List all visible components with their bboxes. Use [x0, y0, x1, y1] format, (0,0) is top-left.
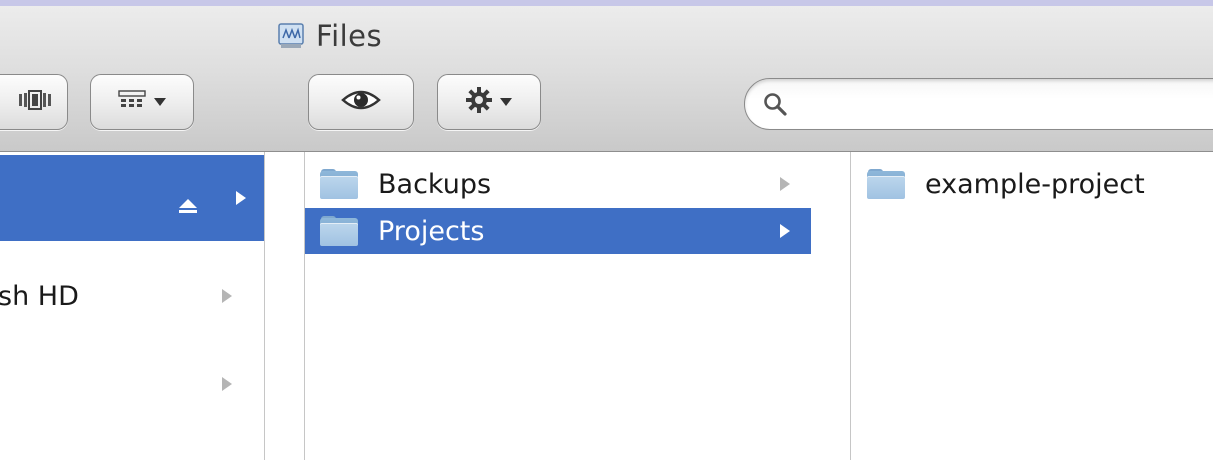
column-divider[interactable]	[304, 152, 305, 460]
list-item-example-project[interactable]: example-project	[851, 161, 1213, 207]
arrange-grid-icon	[118, 90, 146, 114]
network-volume-icon	[278, 23, 304, 49]
search-icon	[763, 92, 787, 116]
action-button[interactable]	[437, 74, 541, 130]
coverflow-view-icon	[18, 89, 52, 115]
disclosure-arrow-icon	[222, 289, 232, 303]
sidebar-item-macintosh-hd[interactable]: sh HD	[0, 273, 264, 319]
chevron-down-icon	[154, 98, 166, 106]
column-browser: sh HD Backups Projects example-project	[0, 152, 1213, 460]
window-title: Files	[316, 19, 383, 53]
search-input[interactable]	[797, 87, 1201, 123]
disclosure-arrow-icon	[222, 377, 232, 391]
list-item-backups[interactable]: Backups	[304, 161, 811, 207]
window-title-area: Files	[278, 18, 382, 54]
sidebar-column: sh HD	[0, 152, 264, 460]
gear-icon	[466, 87, 492, 117]
folder-icon	[867, 169, 905, 199]
toolbar: Files	[0, 6, 1213, 152]
eject-icon[interactable]	[178, 190, 198, 213]
folder-icon	[320, 216, 358, 246]
eye-icon	[341, 88, 381, 116]
folder-icon	[320, 169, 358, 199]
disclosure-arrow-icon	[236, 191, 246, 205]
arrange-button[interactable]	[90, 74, 194, 130]
folder-column-3: example-project	[851, 152, 1213, 460]
column-divider[interactable]	[264, 152, 265, 460]
finder-window: Files sh HD Backups Projects example-pro…	[0, 6, 1213, 460]
sidebar-item-3[interactable]	[0, 361, 264, 407]
search-field[interactable]	[744, 78, 1213, 130]
quick-look-button[interactable]	[308, 74, 414, 130]
disclosure-arrow-icon	[780, 177, 790, 191]
folder-column-2: Backups Projects	[304, 152, 811, 460]
sidebar-item-device[interactable]	[0, 155, 264, 241]
disclosure-arrow-icon	[780, 224, 790, 238]
list-item-projects[interactable]: Projects	[304, 208, 811, 254]
chevron-down-icon	[500, 98, 512, 106]
coverflow-view-button[interactable]	[0, 74, 68, 130]
